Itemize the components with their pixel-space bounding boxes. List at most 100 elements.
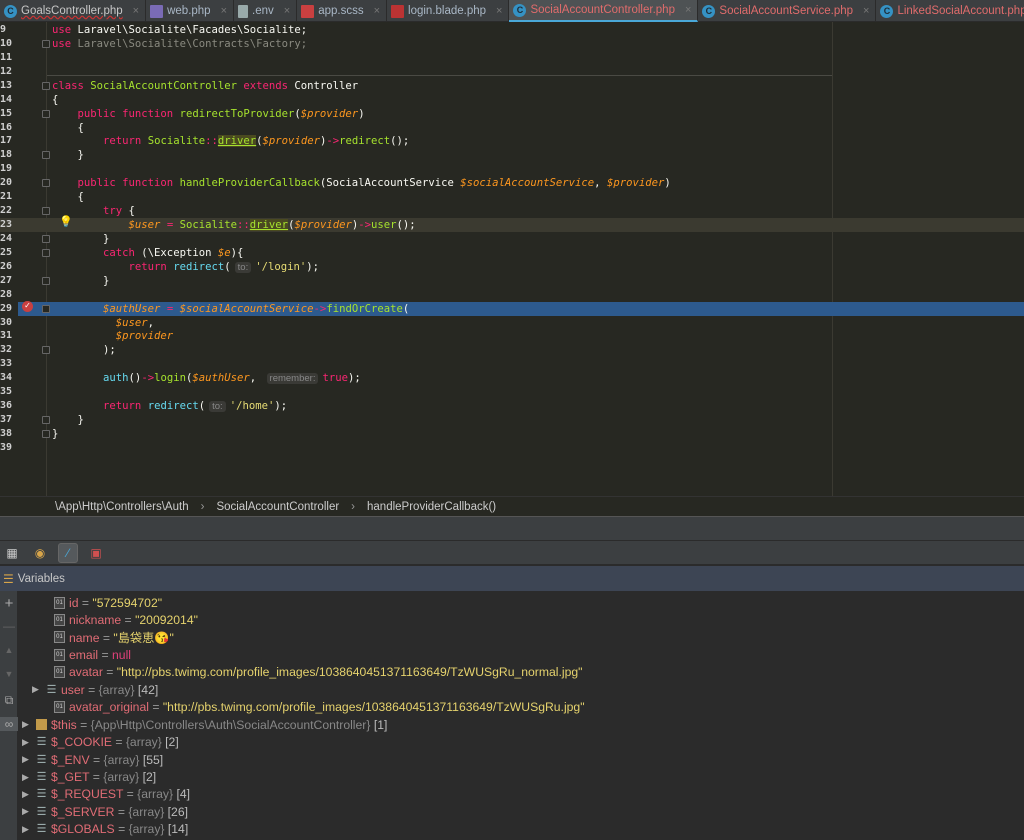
breadcrumb-namespace[interactable]: \App\Http\Controllers\Auth bbox=[55, 501, 189, 513]
expand-arrow-icon[interactable]: ▶ bbox=[22, 789, 32, 800]
code-line[interactable]: 39 bbox=[0, 441, 1024, 455]
fold-marker-icon[interactable] bbox=[42, 151, 50, 160]
variable-row[interactable]: ▶ ☰ $_GET = {array} [2] bbox=[22, 769, 156, 786]
expand-arrow-icon[interactable]: ▶ bbox=[22, 754, 32, 765]
fold-marker-icon[interactable] bbox=[42, 304, 50, 313]
intention-bulb-icon[interactable]: 💡 bbox=[59, 215, 73, 228]
close-icon[interactable]: × bbox=[284, 5, 290, 17]
code-line[interactable]: 26 return redirect(to: '/login'); bbox=[0, 260, 1024, 274]
close-icon[interactable]: × bbox=[133, 5, 139, 17]
variable-row[interactable]: ▶ ☰ $_COOKIE = {array} [2] bbox=[22, 734, 179, 751]
sass-file-icon bbox=[301, 4, 315, 18]
watches-glasses-icon[interactable]: ∞ bbox=[0, 717, 18, 731]
expand-arrow-icon[interactable]: ▶ bbox=[22, 806, 32, 817]
code-line[interactable]: 11 bbox=[0, 51, 1024, 65]
breadcrumb-method[interactable]: handleProviderCallback() bbox=[367, 501, 496, 513]
code-line[interactable]: 31 $provider bbox=[0, 329, 1024, 343]
tab-web-php[interactable]: web.php × bbox=[146, 0, 235, 22]
code-line[interactable]: 35 bbox=[0, 385, 1024, 399]
fold-marker-icon[interactable] bbox=[42, 234, 50, 243]
code-line[interactable]: 24 } bbox=[0, 232, 1024, 246]
expand-arrow-icon[interactable]: ▶ bbox=[22, 719, 32, 730]
code-line[interactable]: 29 $authUser = $socialAccountService->fi… bbox=[0, 301, 1024, 316]
variable-row[interactable]: 01 name = "島袋恵😘" bbox=[54, 629, 174, 646]
close-icon[interactable]: × bbox=[221, 5, 227, 17]
show-values-inline-icon[interactable]: ⁄ bbox=[58, 542, 78, 563]
tab-linkedsocialaccount-php[interactable]: CLinkedSocialAccount.php× bbox=[876, 0, 1024, 22]
variable-row[interactable]: 01 nickname = "20092014" bbox=[54, 611, 198, 628]
code-line[interactable]: 16 { bbox=[0, 121, 1024, 135]
code-line[interactable]: 27 } bbox=[0, 274, 1024, 288]
tab-goalscontroller-php[interactable]: C GoalsController.php × bbox=[0, 0, 147, 22]
watch-at-icon[interactable]: ◉ bbox=[30, 543, 50, 563]
code-line[interactable]: 12 bbox=[0, 65, 1024, 79]
fold-marker-icon[interactable] bbox=[42, 346, 50, 355]
variables-tree[interactable]: 01 id = "572594702" 01 nickname = "20092014… bbox=[18, 591, 1024, 840]
breakpoint-icon[interactable]: ✓ bbox=[22, 301, 33, 312]
expand-arrow-icon[interactable]: ▶ bbox=[22, 824, 32, 835]
move-up-icon[interactable]: ▲ bbox=[0, 645, 18, 655]
fold-marker-icon[interactable] bbox=[42, 207, 50, 216]
code-token: ); bbox=[347, 372, 361, 385]
add-watch-icon[interactable]: + bbox=[0, 595, 18, 612]
tab-login-blade-php[interactable]: login.blade.php × bbox=[387, 0, 510, 22]
calculator-icon[interactable]: ▦ bbox=[2, 543, 22, 563]
variable-row[interactable]: ▶ ☰ $GLOBALS = {array} [14] bbox=[22, 821, 188, 838]
code-line[interactable]: 38} bbox=[0, 427, 1024, 441]
code-line[interactable]: 30 $user, bbox=[0, 316, 1024, 330]
close-icon[interactable]: × bbox=[496, 5, 502, 17]
variable-row[interactable]: ▶ ☰ $_SERVER = {array} [26] bbox=[22, 803, 188, 820]
fold-marker-icon[interactable] bbox=[42, 248, 50, 257]
code-line[interactable]: 32 ); bbox=[0, 343, 1024, 357]
variable-row[interactable]: 01 id = "572594702" bbox=[54, 594, 162, 611]
expand-arrow-icon[interactable]: ▶ bbox=[22, 737, 32, 748]
close-icon[interactable]: × bbox=[685, 4, 691, 16]
copy-icon[interactable]: ⧉ bbox=[0, 693, 18, 708]
code-line[interactable]: 18 } bbox=[0, 148, 1024, 162]
code-line[interactable]: 19 bbox=[0, 162, 1024, 176]
code-line[interactable]: 17 return Socialite::driver($provider)->… bbox=[0, 134, 1024, 148]
code-line[interactable]: 25 catch (\Exception $e){ bbox=[0, 246, 1024, 260]
tab--env[interactable]: .env × bbox=[234, 0, 298, 22]
variable-row[interactable]: ▶ $this = {App\Http\Controllers\Auth\Soci… bbox=[22, 716, 387, 733]
code-line[interactable]: 14 { bbox=[0, 93, 1024, 107]
code-line[interactable]: 22 try { bbox=[0, 204, 1024, 218]
close-icon[interactable]: × bbox=[863, 5, 869, 17]
fold-marker-icon[interactable] bbox=[42, 109, 50, 118]
fold-marker-icon[interactable] bbox=[42, 416, 50, 425]
code-line[interactable]: 33 bbox=[0, 357, 1024, 371]
code-line[interactable]: 10 use Laravel\Socialite\Contracts\Factor… bbox=[0, 37, 1024, 51]
tab-app-scss[interactable]: app.scss × bbox=[297, 0, 388, 22]
variable-row[interactable]: ▶ ☰ $_REQUEST = {array} [4] bbox=[22, 786, 190, 803]
fold-marker-icon[interactable] bbox=[42, 81, 50, 90]
variable-row[interactable]: 01 avatar = "http://pbs.twimg.com/profile… bbox=[54, 664, 582, 681]
code-line[interactable]: 15 public function redirectToProvider($p… bbox=[0, 107, 1024, 121]
variable-row[interactable]: ▶ ☰ user = {array} [42] bbox=[32, 681, 158, 698]
code-line[interactable]: 23 $user = Socialite::driver($provider)-… bbox=[0, 218, 1024, 233]
fold-marker-icon[interactable] bbox=[42, 179, 50, 188]
close-icon[interactable]: × bbox=[374, 5, 380, 17]
code-line[interactable]: 28 bbox=[0, 288, 1024, 302]
restore-layout-icon[interactable]: ▣ bbox=[86, 543, 106, 563]
fold-marker-icon[interactable] bbox=[42, 276, 50, 285]
tab-socialaccountservice-php[interactable]: C SocialAccountService.php × bbox=[698, 0, 877, 22]
fold-marker-icon[interactable] bbox=[42, 39, 50, 48]
code-line[interactable]: 36 return redirect(to: '/home'); bbox=[0, 399, 1024, 413]
expand-arrow-icon[interactable]: ▶ bbox=[22, 772, 32, 783]
remove-watch-icon[interactable]: — bbox=[0, 619, 18, 633]
breadcrumb-class[interactable]: SocialAccountController bbox=[216, 501, 339, 513]
code-line[interactable]: 37 } bbox=[0, 413, 1024, 427]
code-line[interactable]: 34 auth()->login($authUser, remember: tru… bbox=[0, 371, 1024, 385]
move-down-icon[interactable]: ▼ bbox=[0, 669, 18, 679]
tab-socialaccountcontroller-php[interactable]: C SocialAccountController.php × bbox=[509, 0, 699, 22]
variable-row[interactable]: ▶ ☰ $_ENV = {array} [55] bbox=[22, 751, 163, 768]
code-line[interactable]: 13 class SocialAccountController extends … bbox=[0, 79, 1024, 93]
code-line[interactable]: 20 public function handleProviderCallbac… bbox=[0, 176, 1024, 190]
code-line[interactable]: 9 use Laravel\Socialite\Facades\Socialite… bbox=[0, 23, 1024, 37]
code-editor[interactable]: 9 use Laravel\Socialite\Facades\Socialite… bbox=[0, 22, 1024, 496]
expand-arrow-icon[interactable]: ▶ bbox=[32, 684, 42, 695]
code-line[interactable]: 21 { bbox=[0, 190, 1024, 204]
variable-row[interactable]: 01 email = null bbox=[54, 646, 131, 663]
fold-marker-icon[interactable] bbox=[42, 429, 50, 438]
variable-row[interactable]: 01 avatar_original = "http://pbs.twimg.co… bbox=[54, 699, 585, 716]
